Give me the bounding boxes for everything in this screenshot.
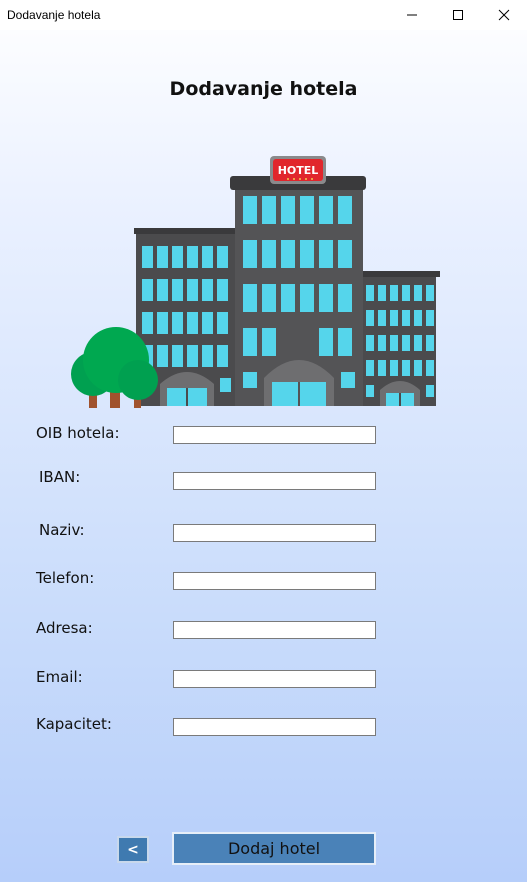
minimize-icon bbox=[407, 14, 417, 16]
kapacitet-input[interactable] bbox=[173, 718, 376, 736]
add-hotel-button[interactable]: Dodaj hotel bbox=[172, 832, 376, 865]
iban-input[interactable] bbox=[173, 472, 376, 490]
adresa-input[interactable] bbox=[173, 621, 376, 639]
window-title: Dodavanje hotela bbox=[7, 8, 101, 22]
oib-label: OIB hotela: bbox=[36, 424, 120, 442]
minimize-button[interactable] bbox=[389, 0, 435, 30]
app-window: Dodavanje hotela Dodavanje hotela HOTEL bbox=[0, 0, 527, 882]
hotel-building-illustration: HOTEL bbox=[71, 156, 440, 408]
telefon-label: Telefon: bbox=[36, 569, 95, 587]
oib-input[interactable] bbox=[173, 426, 376, 444]
back-button[interactable]: < bbox=[117, 836, 149, 863]
hotel-sign-text: HOTEL bbox=[278, 164, 319, 177]
close-icon bbox=[498, 9, 510, 21]
email-input[interactable] bbox=[173, 670, 376, 688]
naziv-label: Naziv: bbox=[39, 521, 85, 539]
telefon-input[interactable] bbox=[173, 572, 376, 590]
naziv-input[interactable] bbox=[173, 524, 376, 542]
adresa-label: Adresa: bbox=[36, 619, 93, 637]
maximize-icon bbox=[453, 10, 463, 20]
kapacitet-label: Kapacitet: bbox=[36, 715, 112, 733]
email-label: Email: bbox=[36, 668, 83, 686]
page-title: Dodavanje hotela bbox=[169, 78, 358, 100]
maximize-button[interactable] bbox=[435, 0, 481, 30]
iban-label: IBAN: bbox=[39, 468, 81, 486]
close-button[interactable] bbox=[481, 0, 527, 30]
title-bar: Dodavanje hotela bbox=[0, 0, 527, 30]
